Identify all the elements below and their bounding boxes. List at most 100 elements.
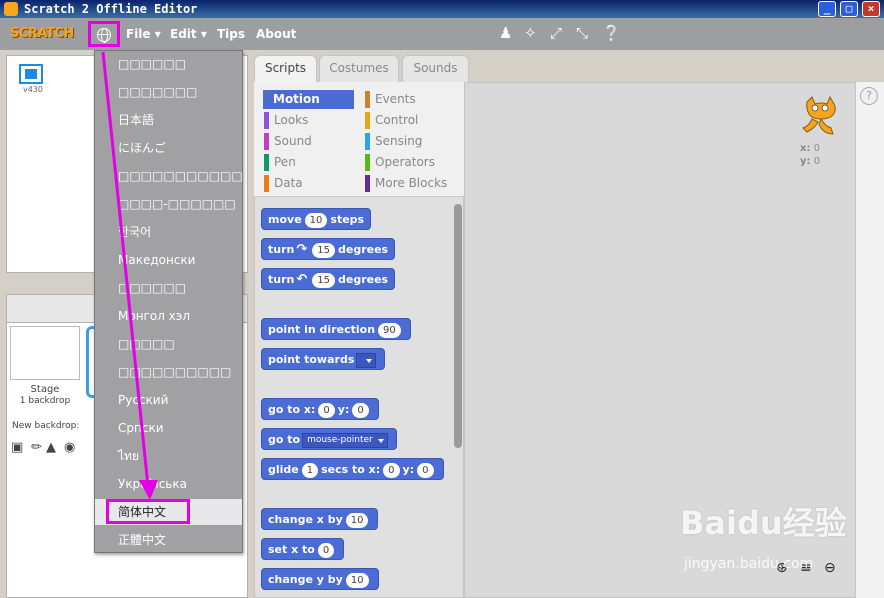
block-text: change x by [268,513,343,526]
grow-icon[interactable]: ⤢ [550,26,562,41]
zoom-out-icon[interactable]: ⊖ [824,560,836,576]
sprite-x-readout: x: 0 [800,143,820,154]
shrink-icon[interactable]: ⤡ [576,26,588,41]
language-menu-item[interactable]: ไทย [95,443,242,469]
language-menu-item[interactable]: □□□□□ [95,331,242,357]
menu-edit[interactable]: Edit ▾ [170,27,207,41]
language-menu-item[interactable]: Українська [95,471,242,497]
block-input[interactable]: 90 [378,322,401,338]
language-menu-item[interactable]: □□□□□□□□□□□ [95,163,242,189]
stage-label: Stage [30,384,60,395]
block-glide[interactable]: glide 1 secs to x: 0 y: 0 [261,458,444,480]
language-menu-item[interactable]: 正體中文 [95,527,242,553]
block-input[interactable]: 0 [383,462,400,478]
category-pen[interactable]: Pen [264,153,354,172]
block-input[interactable]: 10 [345,512,369,528]
language-menu-item[interactable]: □□□□□□ [95,275,242,301]
category-motion[interactable]: Motion [263,90,354,109]
block-input[interactable]: 1 [301,462,319,478]
block-set-x[interactable]: set x to 0 [261,538,345,560]
block-input[interactable]: 0 [417,462,434,478]
block-change-x[interactable]: change x by 10 [261,508,379,530]
category-data[interactable]: Data [264,174,354,193]
stage-thumbnail[interactable] [10,326,80,380]
highlight-box [106,499,190,524]
palette-scrollbar[interactable] [454,204,462,448]
block-dropdown[interactable]: mouse-pointer [302,432,388,448]
language-menu-item[interactable]: にほんご [95,135,242,161]
category-sensing-label: Sensing [375,134,423,148]
block-input[interactable]: 10 [345,572,369,588]
help-button[interactable]: ? [860,87,878,105]
tab-scripts[interactable]: Scripts [254,55,317,83]
block-input[interactable]: 0 [352,402,369,418]
block-text: point in direction [268,323,376,336]
control-swatch [365,112,370,129]
x-value: 0 [813,143,821,154]
cut-icon[interactable]: ✧ [524,26,537,41]
duplicate-icon[interactable]: ♟ [499,26,512,41]
language-menu-item[interactable]: Русский [95,387,242,413]
language-menu-item[interactable]: □□□□□□□□□□ [95,359,242,385]
category-motion-label: Motion [273,92,320,106]
block-go-to[interactable]: go to mouse-pointer [261,428,397,450]
collapse-arrow-icon[interactable] [246,281,252,291]
more-blocks-swatch [365,175,370,192]
maximize-button[interactable]: □ [840,1,858,17]
data-swatch [264,175,269,192]
block-text: y: [402,463,415,476]
presentation-mode-icon[interactable] [19,64,43,84]
close-button[interactable]: × [862,1,880,17]
block-turn-right[interactable]: turn ↷ 15 degrees [261,238,396,260]
camera-backdrop-icon[interactable]: ◉ [64,440,75,455]
menu-about[interactable]: About [256,27,296,41]
help-icon[interactable]: ❔ [602,26,621,41]
category-events[interactable]: Events [365,90,455,109]
category-looks[interactable]: Looks [264,111,354,130]
block-input[interactable]: 10 [304,212,328,228]
block-input[interactable]: 0 [317,542,335,558]
language-menu-item[interactable]: Српски [95,415,242,441]
language-menu-item[interactable]: Македонски [95,247,242,273]
operators-swatch [365,154,370,171]
language-menu-item[interactable]: 한국어 [95,219,242,245]
category-control[interactable]: Control [365,111,455,130]
language-menu-item[interactable]: Монгол хэл [95,303,242,329]
draw-backdrop-icon[interactable]: ✏ [31,440,42,455]
language-menu-item[interactable]: □□□□□□ [95,51,242,77]
tab-sounds[interactable]: Sounds [402,55,469,82]
upload-backdrop-icon[interactable]: ▲ [46,440,56,455]
paint-backdrop-icon[interactable]: ▣ [11,440,23,455]
category-sensing[interactable]: Sensing [365,132,455,151]
block-text: degrees [338,243,389,256]
new-backdrop-label: New backdrop: [12,421,80,431]
menu-file[interactable]: File ▾ [126,27,161,41]
category-more-blocks[interactable]: More Blocks [365,174,455,193]
category-operators[interactable]: Operators [365,153,455,172]
block-input[interactable]: 15 [312,242,335,258]
scratch-app-icon [4,2,18,16]
block-turn-left[interactable]: turn ↶ 15 degrees [261,268,396,290]
language-menu-item[interactable]: □□□□□□□ [95,79,242,105]
block-change-y[interactable]: change y by 10 [261,568,379,590]
rotate-counterclockwise-icon: ↶ [296,272,308,287]
block-point-in-direction[interactable]: point in direction 90 [261,318,411,340]
block-point-towards[interactable]: point towards [261,348,386,370]
y-label: y: [800,156,811,167]
category-sound[interactable]: Sound [264,132,354,151]
language-menu-item[interactable]: 日本語 [95,107,242,133]
block-text: go to x: [268,403,316,416]
block-input[interactable]: 15 [312,272,335,288]
block-move-steps[interactable]: move 10 steps [261,208,372,230]
language-button[interactable] [88,21,120,47]
menu-tips[interactable]: Tips [217,27,245,41]
block-text: set x to [268,543,315,556]
block-dropdown[interactable] [356,352,377,368]
tab-costumes[interactable]: Costumes [319,55,399,82]
block-go-to-xy[interactable]: go to x: 0 y: 0 [261,398,379,420]
block-input[interactable]: 0 [318,402,335,418]
x-label: x: [800,143,811,154]
block-text: point towards [268,353,355,366]
language-menu-item[interactable]: □□□□-□□□□□□ [95,191,242,217]
minimize-button[interactable]: _ [818,1,836,17]
